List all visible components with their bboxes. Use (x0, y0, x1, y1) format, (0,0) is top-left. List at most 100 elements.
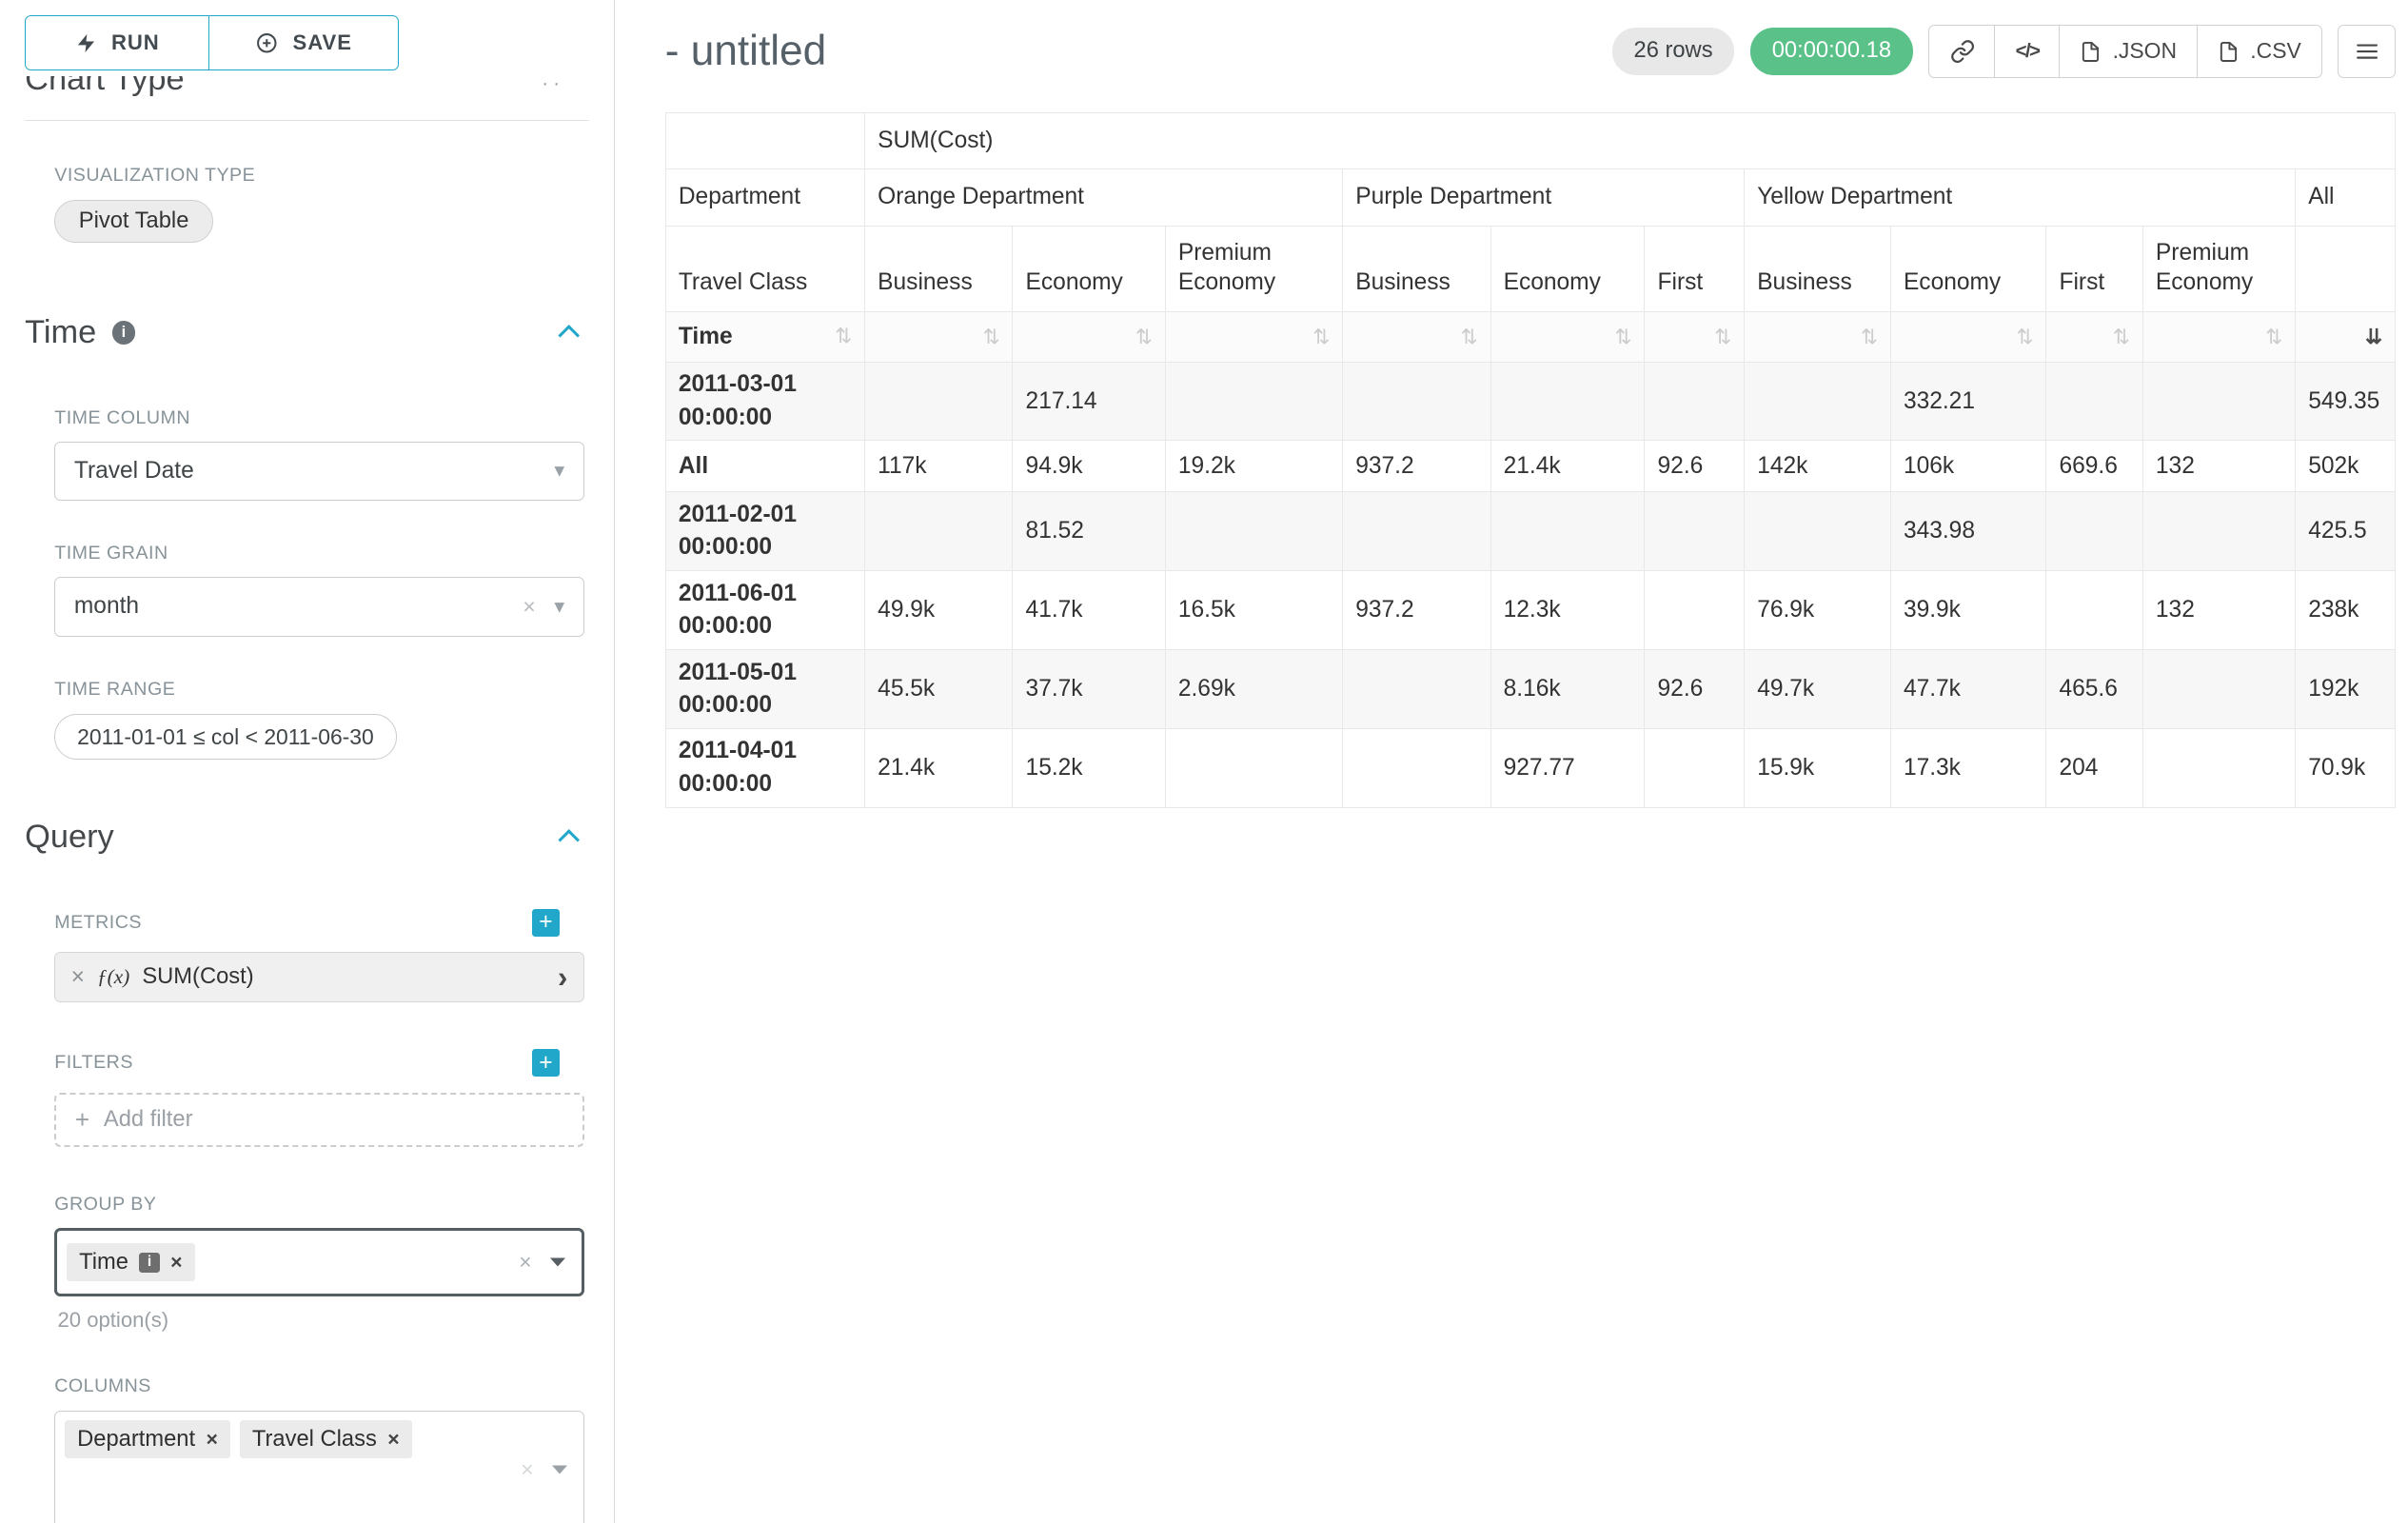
time-section-header[interactable]: Time i (25, 314, 589, 351)
group-by-tag-label: Time (79, 1250, 128, 1276)
columns-tag-travel-class[interactable]: Travel Class × (240, 1420, 412, 1458)
pivot-value-cell (1165, 492, 1342, 571)
visualization-type-pill[interactable]: Pivot Table (54, 200, 213, 242)
pivot-value-cell: 45.5k (865, 649, 1013, 728)
sort-icon[interactable]: ⇅ (2113, 326, 2130, 348)
pivot-corner-cell (665, 112, 864, 168)
pivot-value-cell: 117k (865, 441, 1013, 492)
time-column-value: Travel Date (74, 458, 194, 485)
sort-icon[interactable]: ⇅ (983, 326, 1000, 348)
columns-tag-label: Travel Class (252, 1427, 377, 1453)
filters-label-row: FILTERS + (54, 1049, 560, 1077)
time-grain-label: TIME GRAIN (54, 543, 589, 564)
remove-tag-icon[interactable]: × (207, 1428, 218, 1452)
clear-all-icon[interactable]: × (521, 1456, 533, 1482)
pivot-row: 2011-04-01 00:00:0021.4k15.2k927.7715.9k… (665, 728, 2395, 807)
share-link-button[interactable] (1928, 25, 1996, 78)
pivot-value-cell (1645, 492, 1745, 571)
sort-icon[interactable]: ⇅ (835, 325, 852, 348)
chevron-up-icon[interactable] (558, 829, 580, 851)
pivot-subcolumn-header: Business (1343, 227, 1490, 312)
pivot-value-cell: 8.16k (1490, 649, 1645, 728)
chevron-right-icon[interactable]: › (558, 962, 567, 992)
time-range-pill[interactable]: 2011-01-01 ≤ col < 2011-06-30 (54, 714, 396, 759)
pivot-value-cell: 132 (2142, 441, 2295, 492)
remove-tag-icon[interactable]: × (387, 1428, 399, 1452)
pivot-sort-cell: ⇅ (2142, 312, 2295, 362)
query-section-header[interactable]: Query (25, 819, 589, 856)
pivot-subcolumn-header: Economy (1013, 227, 1165, 312)
pivot-value-cell (2046, 571, 2142, 650)
pivot-value-cell: 12.3k (1490, 571, 1645, 650)
pivot-value-cell (1745, 492, 1891, 571)
export-csv-label: .CSV (2250, 38, 2300, 64)
save-button-label: SAVE (293, 30, 352, 55)
time-grain-select[interactable]: month × ▾ (54, 577, 583, 636)
export-json-button[interactable]: .JSON (2059, 25, 2198, 78)
pivot-value-cell (1343, 728, 1490, 807)
group-by-tag-time[interactable]: Time i × (67, 1243, 195, 1281)
pivot-value-cell (2142, 492, 2295, 571)
pivot-value-cell: 39.9k (1890, 571, 2046, 650)
sort-icon[interactable]: ⇅ (1615, 326, 1632, 348)
pivot-value-cell: 37.7k (1013, 649, 1165, 728)
chevron-up-icon[interactable] (558, 325, 580, 346)
pivot-column-group-header: Orange Department (865, 168, 1343, 227)
run-button[interactable]: RUN (25, 15, 210, 69)
metric-option[interactable]: × ƒ(x) SUM(Cost) › (54, 952, 583, 1001)
lightning-icon (75, 32, 97, 54)
pivot-value-cell: 192k (2296, 649, 2396, 728)
plus-circle-icon (255, 31, 279, 55)
export-csv-button[interactable]: .CSV (2197, 25, 2322, 78)
add-metric-button[interactable]: + (532, 909, 560, 937)
filters-label: FILTERS (54, 1052, 133, 1074)
add-filter-plus-button[interactable]: + (532, 1049, 560, 1077)
pivot-sort-cell: ⇅ (1165, 312, 1342, 362)
time-column-select[interactable]: Travel Date ▾ (54, 442, 583, 501)
pivot-value-cell (2142, 362, 2295, 441)
pivot-row-label: 2011-03-01 00:00:00 (665, 362, 864, 441)
pivot-subcolumn-header: First (2046, 227, 2142, 312)
metrics-label-row: METRICS + (54, 909, 560, 937)
pivot-value-cell: 502k (2296, 441, 2396, 492)
pivot-row: 2011-02-01 00:00:0081.52343.98425.5 (665, 492, 2395, 571)
remove-metric-icon[interactable]: × (71, 964, 85, 991)
chart-type-section-title: Chart Type (25, 76, 184, 98)
add-filter-button[interactable]: + Add filter (54, 1093, 583, 1147)
columns-select[interactable]: Department × Travel Class × × (54, 1411, 583, 1523)
chart-title[interactable]: - untitled (665, 28, 826, 75)
group-by-select[interactable]: Time i × × (54, 1228, 583, 1296)
sort-icon[interactable]: ⇅ (2017, 326, 2034, 348)
columns-tag-department[interactable]: Department × (65, 1420, 230, 1458)
sort-icon[interactable]: ⇅ (1714, 326, 1731, 348)
save-button[interactable]: SAVE (208, 15, 399, 69)
sort-icon[interactable]: ⇅ (1313, 326, 1330, 348)
sort-icon[interactable]: ⇅ (2265, 326, 2282, 348)
pivot-value-cell: 465.6 (2046, 649, 2142, 728)
sort-icon[interactable]: ⇅ (1461, 326, 1478, 348)
chevron-down-icon: ▾ (554, 595, 564, 619)
embed-code-button[interactable]: </> (1994, 25, 2060, 78)
sort-icon[interactable]: ⇅ (1861, 326, 1878, 348)
pivot-value-cell: 81.52 (1013, 492, 1165, 571)
pivot-time-label: Time (679, 324, 733, 350)
clear-icon[interactable]: × (523, 594, 535, 620)
menu-button[interactable] (2338, 25, 2396, 78)
pivot-value-cell (1165, 728, 1342, 807)
metric-name: SUM(Cost) (142, 964, 253, 990)
pivot-value-cell: 49.7k (1745, 649, 1891, 728)
file-icon (2080, 41, 2102, 63)
sort-icon[interactable]: ⇊ (2365, 326, 2382, 348)
pivot-value-cell: 204 (2046, 728, 2142, 807)
pivot-value-cell: 17.3k (1890, 728, 2046, 807)
pivot-row: 2011-03-01 00:00:00217.14332.21549.35 (665, 362, 2395, 441)
sort-icon[interactable]: ⇅ (1135, 326, 1153, 348)
control-panel-sidebar: RUN SAVE Chart Type ·· VISUALIZATION TYP… (0, 0, 615, 1523)
pivot-value-cell: 425.5 (2296, 492, 2396, 571)
clear-all-icon[interactable]: × (519, 1250, 531, 1276)
metrics-label: METRICS (54, 912, 142, 934)
remove-tag-icon[interactable]: × (170, 1251, 182, 1275)
pivot-value-cell: 19.2k (1165, 441, 1342, 492)
info-icon: i (112, 321, 136, 345)
pivot-column-group-header: All (2296, 168, 2396, 227)
